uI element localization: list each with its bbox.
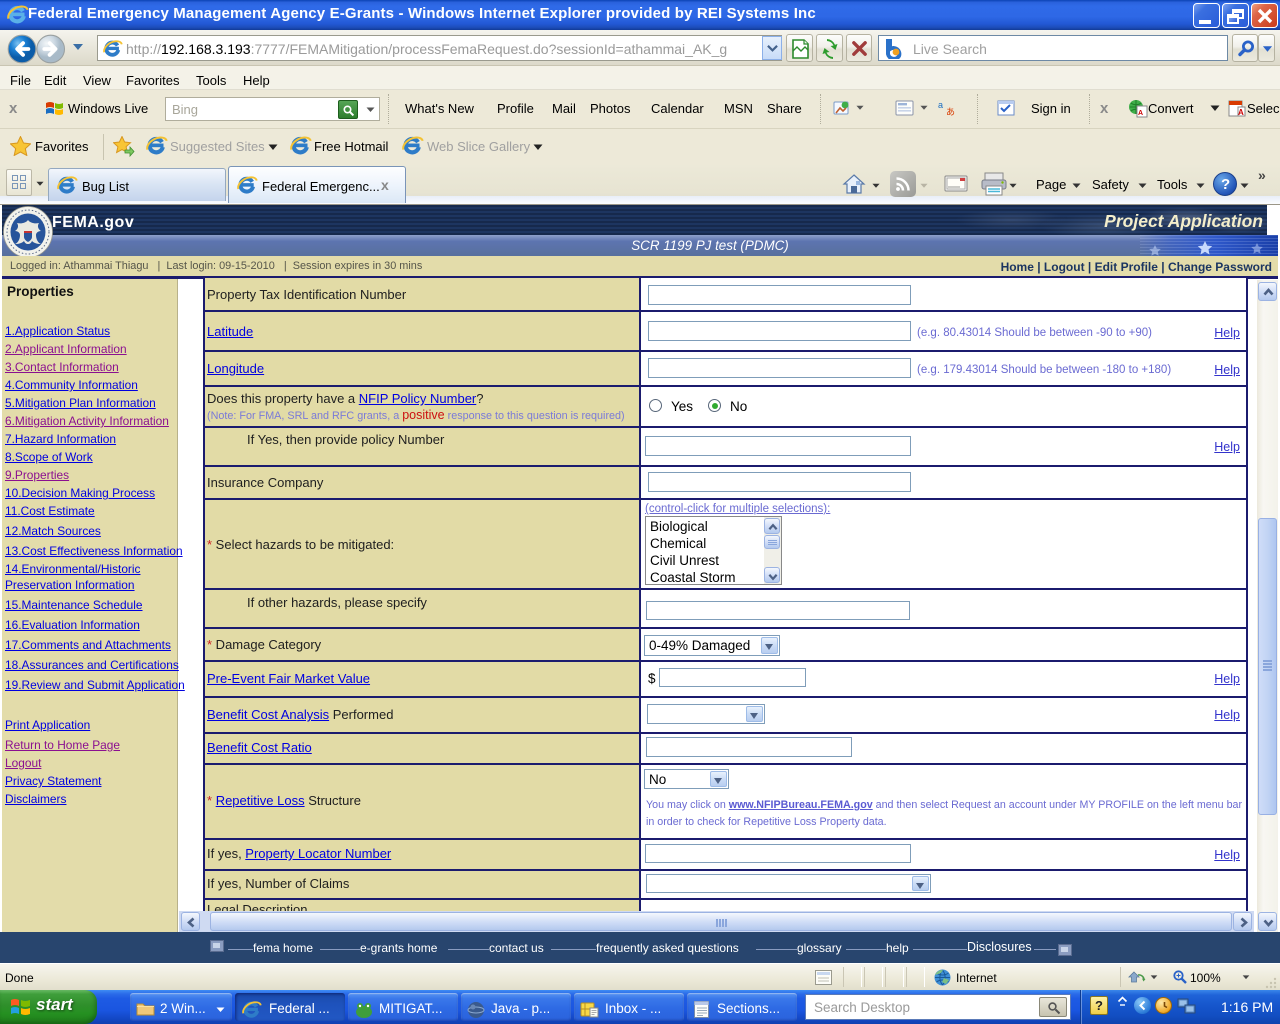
svg-text:A: A	[1238, 108, 1244, 117]
svg-text:A: A	[1138, 110, 1143, 117]
svg-text:あ: あ	[946, 107, 955, 117]
svg-text:a: a	[938, 100, 943, 110]
